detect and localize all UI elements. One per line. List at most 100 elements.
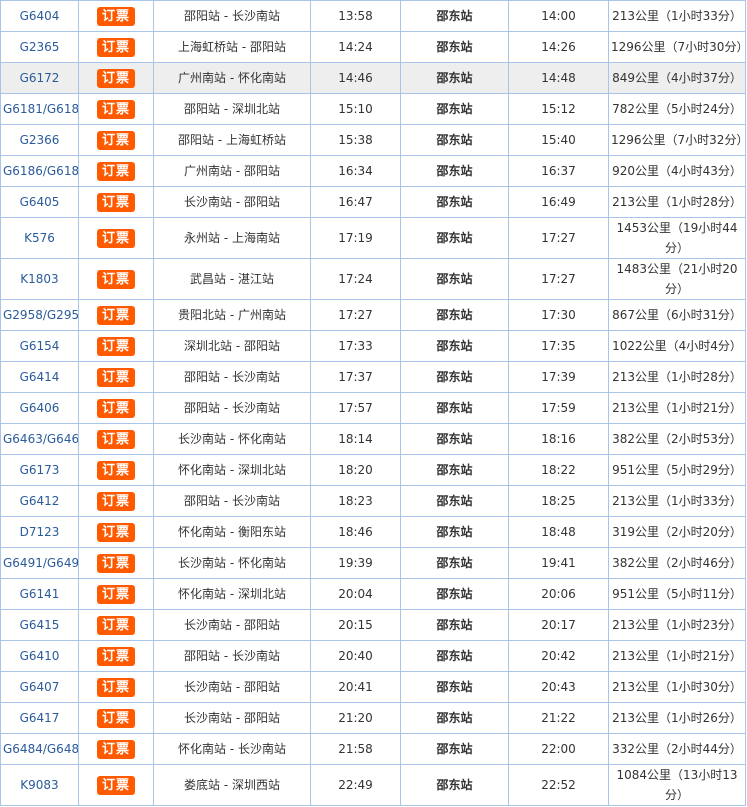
departure-time-cell: 18:25 — [508, 485, 609, 517]
train-number-cell[interactable]: G6141 — [0, 578, 79, 610]
table-row: G6173 订票 怀化南站 - 深圳北站 18:20 邵东站 18:22 951公里（5小时… — [0, 454, 746, 486]
book-ticket-button[interactable]: 订票 — [96, 69, 135, 88]
table-row: G2366 订票 邵阳站 - 上海虹桥站 15:38 邵东站 15:40 1296公里（7小… — [0, 124, 746, 156]
train-number-cell[interactable]: K9083 — [0, 764, 79, 806]
station-cell: 邵东站 — [400, 516, 509, 548]
distance-duration-cell: 213公里（1小时26分） — [608, 702, 746, 734]
arrival-time-cell: 20:40 — [310, 640, 401, 672]
station-cell: 邵东站 — [400, 423, 509, 455]
book-ticket-button[interactable]: 订票 — [96, 337, 135, 356]
arrival-time-cell: 16:34 — [310, 155, 401, 187]
train-number-cell[interactable]: G6173 — [0, 454, 79, 486]
train-number-cell[interactable]: G6186/G6187 — [0, 155, 79, 187]
departure-time-cell: 17:30 — [508, 299, 609, 331]
route-cell: 武昌站 - 湛江站 — [153, 258, 311, 300]
book-ticket-button[interactable]: 订票 — [96, 100, 135, 119]
route-cell: 怀化南站 - 深圳北站 — [153, 454, 311, 486]
distance-duration-cell: 213公里（1小时33分） — [608, 0, 746, 32]
arrival-time-cell: 17:37 — [310, 361, 401, 393]
train-number-cell[interactable]: G6406 — [0, 392, 79, 424]
train-number-cell[interactable]: G2958/G2959 — [0, 299, 79, 331]
book-ticket-button[interactable]: 订票 — [96, 678, 135, 697]
distance-duration-cell: 213公里（1小时28分） — [608, 361, 746, 393]
train-number-cell[interactable]: G6181/G6184 — [0, 93, 79, 125]
arrival-time-cell: 17:33 — [310, 330, 401, 362]
book-ticket-button[interactable]: 订票 — [96, 430, 135, 449]
table-row: G6414 订票 邵阳站 - 长沙南站 17:37 邵东站 17:39 213公里（1小时2… — [0, 361, 746, 393]
book-ticket-button[interactable]: 订票 — [96, 709, 135, 728]
train-number-cell[interactable]: G6491/G6494 — [0, 547, 79, 579]
distance-duration-cell: 951公里（5小时11分） — [608, 578, 746, 610]
train-number-cell[interactable]: G6154 — [0, 330, 79, 362]
station-cell: 邵东站 — [400, 764, 509, 806]
book-cell: 订票 — [78, 217, 154, 259]
station-cell: 邵东站 — [400, 609, 509, 641]
train-number-cell[interactable]: G6407 — [0, 671, 79, 703]
book-cell: 订票 — [78, 485, 154, 517]
train-number-cell[interactable]: G2365 — [0, 31, 79, 63]
train-number-cell[interactable]: D7123 — [0, 516, 79, 548]
book-ticket-button[interactable]: 订票 — [96, 193, 135, 212]
table-row: G6141 订票 怀化南站 - 深圳北站 20:04 邵东站 20:06 951公里（5小时… — [0, 578, 746, 610]
book-ticket-button[interactable]: 订票 — [96, 38, 135, 57]
book-ticket-button[interactable]: 订票 — [96, 162, 135, 181]
book-ticket-button[interactable]: 订票 — [96, 554, 135, 573]
arrival-time-cell: 14:46 — [310, 62, 401, 94]
book-ticket-button[interactable]: 订票 — [96, 523, 135, 542]
arrival-time-cell: 22:49 — [310, 764, 401, 806]
book-ticket-button[interactable]: 订票 — [96, 131, 135, 150]
book-cell: 订票 — [78, 423, 154, 455]
train-number-cell[interactable]: G6417 — [0, 702, 79, 734]
train-number-cell[interactable]: G6414 — [0, 361, 79, 393]
train-number-cell[interactable]: G2366 — [0, 124, 79, 156]
book-ticket-button[interactable]: 订票 — [96, 461, 135, 480]
book-ticket-button[interactable]: 订票 — [96, 368, 135, 387]
train-number-cell[interactable]: G6404 — [0, 0, 79, 32]
book-ticket-button[interactable]: 订票 — [96, 585, 135, 604]
book-ticket-button[interactable]: 订票 — [96, 647, 135, 666]
station-cell: 邵东站 — [400, 0, 509, 32]
book-ticket-button[interactable]: 订票 — [96, 616, 135, 635]
book-cell: 订票 — [78, 31, 154, 63]
train-number-cell[interactable]: G6412 — [0, 485, 79, 517]
train-number-cell[interactable]: K1803 — [0, 258, 79, 300]
table-row: G6410 订票 邵阳站 - 长沙南站 20:40 邵东站 20:42 213公里（1小时2… — [0, 640, 746, 672]
train-number-cell[interactable]: K576 — [0, 217, 79, 259]
station-cell: 邵东站 — [400, 155, 509, 187]
book-ticket-button[interactable]: 订票 — [96, 229, 135, 248]
train-number-cell[interactable]: G6405 — [0, 186, 79, 218]
route-cell: 怀化南站 - 深圳北站 — [153, 578, 311, 610]
arrival-time-cell: 16:47 — [310, 186, 401, 218]
table-row: G2365 订票 上海虹桥站 - 邵阳站 14:24 邵东站 14:26 1296公里（7小… — [0, 31, 746, 63]
station-cell: 邵东站 — [400, 361, 509, 393]
book-ticket-button[interactable]: 订票 — [96, 492, 135, 511]
route-cell: 长沙南站 - 邵阳站 — [153, 186, 311, 218]
station-cell: 邵东站 — [400, 31, 509, 63]
departure-time-cell: 15:12 — [508, 93, 609, 125]
book-ticket-button[interactable]: 订票 — [96, 399, 135, 418]
table-row: G6172 订票 广州南站 - 怀化南站 14:46 邵东站 14:48 849公里（4小时… — [0, 62, 746, 94]
route-cell: 广州南站 - 怀化南站 — [153, 62, 311, 94]
station-cell: 邵东站 — [400, 392, 509, 424]
book-cell: 订票 — [78, 671, 154, 703]
book-cell: 订票 — [78, 578, 154, 610]
book-ticket-button[interactable]: 订票 — [96, 270, 135, 289]
table-row: D7123 订票 怀化南站 - 衡阳东站 18:46 邵东站 18:48 319公里（2小时… — [0, 516, 746, 548]
train-number-cell[interactable]: G6415 — [0, 609, 79, 641]
train-number-cell[interactable]: G6484/G6485 — [0, 733, 79, 765]
table-row: G6491/G6494 订票 长沙南站 - 怀化南站 19:39 邵东站 19:41 382… — [0, 547, 746, 579]
departure-time-cell: 15:40 — [508, 124, 609, 156]
route-cell: 长沙南站 - 邵阳站 — [153, 702, 311, 734]
book-ticket-button[interactable]: 订票 — [96, 7, 135, 26]
book-cell: 订票 — [78, 702, 154, 734]
arrival-time-cell: 18:46 — [310, 516, 401, 548]
train-number-cell[interactable]: G6463/G6466 — [0, 423, 79, 455]
book-ticket-button[interactable]: 订票 — [96, 776, 135, 795]
book-ticket-button[interactable]: 订票 — [96, 740, 135, 759]
book-ticket-button[interactable]: 订票 — [96, 306, 135, 325]
train-number-cell[interactable]: G6410 — [0, 640, 79, 672]
arrival-time-cell: 21:20 — [310, 702, 401, 734]
departure-time-cell: 14:48 — [508, 62, 609, 94]
table-row: G6417 订票 长沙南站 - 邵阳站 21:20 邵东站 21:22 213公里（1小时2… — [0, 702, 746, 734]
train-number-cell[interactable]: G6172 — [0, 62, 79, 94]
